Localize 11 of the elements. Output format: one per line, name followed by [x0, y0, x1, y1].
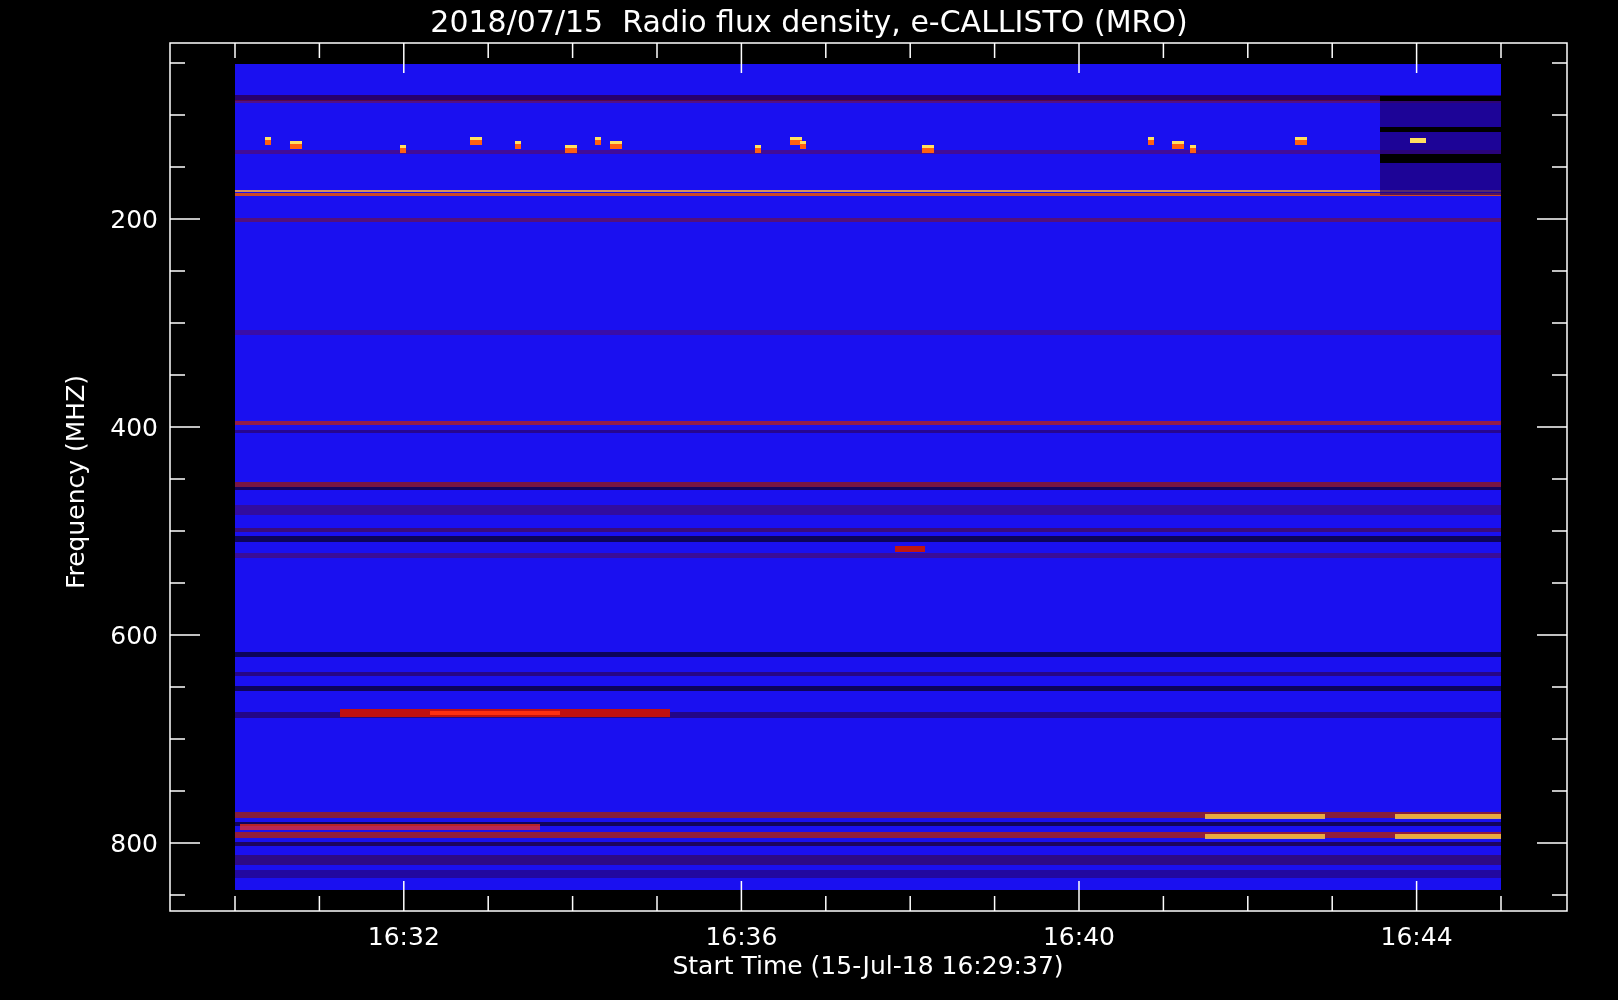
x-tick-label: 16:32: [367, 922, 440, 951]
x-tick-label: 16:40: [1043, 922, 1115, 951]
y-axis-label: Frequency (MHZ): [61, 374, 90, 590]
y-tick-label: 600: [110, 621, 158, 650]
chart-title: 2018/07/15 Radio flux density, e-CALLISTO (MRO): [430, 4, 1188, 39]
y-tick-label: 400: [110, 413, 158, 442]
x-axis-label: Start Time (15-Jul-18 16:29:37): [672, 951, 1064, 980]
x-tick-label: 16:36: [705, 922, 778, 951]
y-tick-label: 200: [110, 205, 158, 234]
x-tick-label: 16:44: [1380, 922, 1453, 951]
y-tick-label: 800: [110, 829, 158, 858]
